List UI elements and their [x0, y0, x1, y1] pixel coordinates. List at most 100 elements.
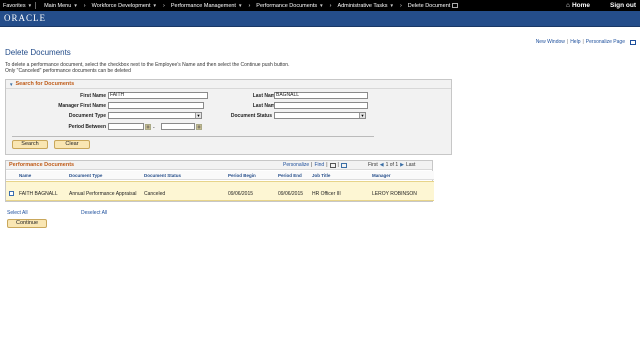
manager-first-name-label: Manager First Name — [58, 103, 106, 109]
manager-last-name-input[interactable] — [274, 102, 368, 109]
branding-bar: ORACLE — [0, 11, 640, 27]
grid-pager: First ◀ 1 of 1 ▶ Last — [368, 162, 415, 168]
calendar-icon[interactable]: ▦ — [196, 124, 202, 130]
search-divider — [12, 136, 374, 137]
link-divider: | — [311, 162, 313, 168]
signout-link[interactable]: Sign out — [610, 0, 636, 11]
nav-performance-documents[interactable]: Performance Documents ▼ — [253, 0, 326, 11]
oracle-logo: ORACLE — [4, 13, 46, 23]
select-all-link[interactable]: Select All — [7, 210, 28, 216]
column-header-document-type[interactable]: Document Type — [69, 173, 102, 178]
manager-last-name-label: Last Name — [252, 103, 278, 109]
clear-button[interactable]: Clear — [54, 140, 90, 149]
row-manager: LEROY ROBINSON — [372, 191, 417, 197]
performance-documents-grid: Performance Documents Personalize | Find… — [5, 160, 434, 202]
document-type-label: Document Type — [68, 113, 106, 119]
previous-icon[interactable]: ◀ — [380, 162, 384, 168]
grid-title: Performance Documents — [9, 162, 75, 168]
link-divider: | — [326, 162, 328, 168]
nav-delete-document-label: Delete Document — [407, 2, 451, 9]
first-link[interactable]: First — [368, 162, 378, 168]
help-link[interactable]: Help — [570, 39, 580, 45]
document-status-label: Document Status — [230, 113, 272, 119]
manager-first-name-input[interactable] — [108, 102, 204, 109]
first-name-input[interactable]: FAITH — [108, 92, 208, 99]
period-dash: - — [153, 125, 155, 131]
expand-window-icon[interactable] — [630, 39, 636, 45]
chevron-down-icon: ▼ — [73, 3, 78, 8]
document-status-select[interactable]: ▼ — [274, 112, 366, 119]
period-between-label: Period Between — [68, 124, 106, 130]
nav-main-menu[interactable]: Main Menu ▼ — [36, 0, 81, 11]
top-navigation-bar: Favorites ▼ Main Menu ▼ › Workforce Develo… — [0, 0, 640, 11]
last-name-label: Last Name — [252, 93, 278, 99]
continue-button[interactable]: Continue — [7, 219, 47, 228]
period-to-input[interactable] — [161, 123, 195, 130]
chevron-down-icon: ▼ — [27, 3, 33, 8]
breadcrumb-arrow: › — [248, 2, 251, 9]
chevron-down-icon: ▼ — [389, 3, 394, 8]
nav-favorites-label: Favorites — [3, 2, 26, 9]
row-document-status: Canceled — [144, 191, 166, 197]
column-header-document-status[interactable]: Document Status — [144, 173, 181, 178]
signout-label: Sign out — [610, 2, 636, 9]
link-divider: | — [582, 39, 584, 45]
row-job-title: HR Officer III — [312, 191, 341, 197]
nav-favorites[interactable]: Favorites ▼ — [0, 0, 35, 11]
last-link[interactable]: Last — [406, 162, 415, 168]
document-type-select[interactable]: ▼ — [108, 112, 202, 119]
deselect-all-link[interactable]: Deselect All — [81, 210, 107, 216]
chevron-down-icon: ▼ — [359, 113, 365, 118]
nav-performance-management-label: Performance Management — [170, 2, 236, 9]
last-name-input[interactable]: BAGNALL — [274, 92, 368, 99]
personalize-page-link[interactable]: Personalize Page — [586, 39, 625, 45]
period-from-input[interactable] — [108, 123, 144, 130]
breadcrumb-arrow: › — [163, 2, 165, 9]
page-title: Delete Documents — [5, 48, 71, 57]
nav-administrative-tasks-label: Administrative Tasks — [337, 2, 388, 9]
row-name: FAITH BAGNALL — [19, 191, 58, 197]
row-document-type: Annual Performance Appraisal — [69, 191, 137, 197]
chevron-down-icon: ▼ — [319, 3, 324, 8]
column-header-manager[interactable]: Manager — [372, 173, 391, 178]
row-select-checkbox[interactable] — [9, 191, 14, 196]
home-label: Home — [571, 2, 590, 9]
home-icon: ⌂ — [566, 2, 570, 9]
chevron-down-icon: ▼ — [152, 3, 157, 8]
column-header-period-end[interactable]: Period End — [278, 173, 302, 178]
link-divider: | — [566, 39, 569, 45]
nav-workforce-development-label: Workforce Development — [91, 2, 151, 9]
search-button[interactable]: Search — [12, 140, 48, 149]
find-link[interactable]: Find — [314, 162, 324, 168]
nav-workforce-development[interactable]: Workforce Development ▼ — [89, 0, 160, 11]
breadcrumb-arrow: › — [329, 2, 332, 9]
first-name-label: First Name — [80, 93, 106, 99]
nav-performance-documents-label: Performance Documents — [256, 2, 318, 9]
chevron-down-icon: ▼ — [237, 3, 243, 8]
personalize-link[interactable]: Personalize — [283, 162, 309, 168]
nav-performance-management[interactable]: Performance Management ▼ — [168, 0, 246, 11]
view-all-icon[interactable] — [329, 162, 336, 168]
search-panel-title: Search for Documents — [15, 81, 75, 87]
search-panel-header[interactable]: ▼ Search for Documents — [6, 80, 451, 89]
calendar-icon[interactable]: ▦ — [145, 124, 151, 130]
home-link[interactable]: ⌂ Home — [566, 0, 590, 11]
nav-administrative-tasks[interactable]: Administrative Tasks ▼ — [334, 0, 397, 11]
grid-header: Performance Documents Personalize | Find… — [6, 161, 432, 170]
nav-delete-document[interactable]: Delete Document — [405, 0, 462, 11]
link-divider: | — [337, 162, 339, 168]
row-period-end: 09/06/2015 — [278, 191, 304, 197]
column-header-job-title[interactable]: Job Title — [312, 173, 330, 178]
next-icon[interactable]: ▶ — [400, 162, 404, 168]
download-icon[interactable] — [340, 162, 347, 168]
nav-main-menu-label: Main Menu — [44, 2, 72, 9]
grid-toolbar: Personalize | Find | | — [283, 162, 347, 168]
new-window-link[interactable]: New Window — [536, 39, 565, 45]
chevron-down-icon: ▼ — [195, 113, 201, 118]
breadcrumb-arrow: › — [83, 2, 86, 9]
pager-count: 1 of 1 — [385, 162, 399, 168]
column-header-name[interactable]: Name — [19, 173, 31, 178]
collapse-triangle-icon[interactable]: ▼ — [9, 82, 13, 87]
utility-links: New Window | Help | Personalize Page — [536, 39, 636, 45]
column-header-period-begin[interactable]: Period Begin — [228, 173, 256, 178]
